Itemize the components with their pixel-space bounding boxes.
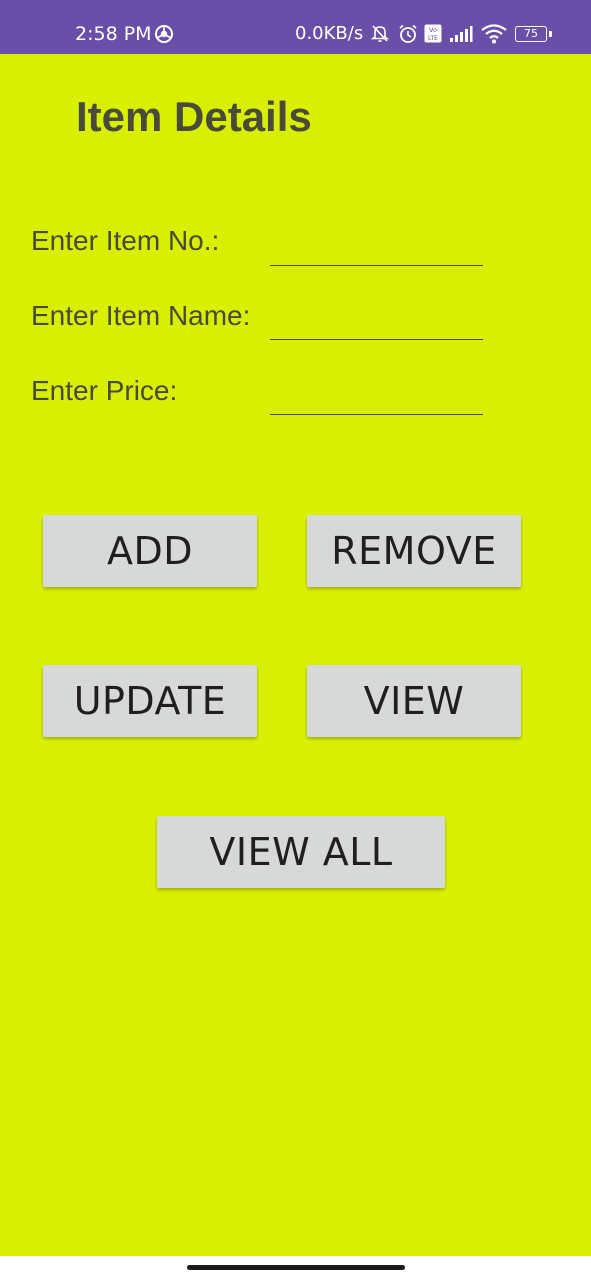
svg-text:Vo: Vo <box>429 26 437 34</box>
price-input[interactable] <box>270 379 483 415</box>
home-indicator[interactable] <box>187 1265 405 1270</box>
item-no-input[interactable] <box>270 230 483 266</box>
volte-icon: Vo LTE <box>424 24 442 48</box>
status-time: 2:58 PM <box>75 23 152 45</box>
signal-icon <box>449 25 473 48</box>
item-name-label: Enter Item Name: <box>31 300 251 331</box>
page-title: Item Details <box>76 93 312 140</box>
svg-text:LTE: LTE <box>428 35 438 42</box>
price-label: Enter Price: <box>31 375 178 406</box>
view-all-button[interactable]: VIEW ALL <box>157 816 445 888</box>
alarm-icon <box>397 23 419 50</box>
view-button[interactable]: VIEW <box>307 665 521 737</box>
network-speed: 0.0KB/s <box>295 23 364 44</box>
navigation-bar <box>0 1256 591 1280</box>
status-bar: 2:58 PM 0.0KB/s Vo LTE 75 <box>0 0 591 54</box>
app-screen: Item Details Enter Item No.: Enter Item … <box>0 54 591 1256</box>
remove-button[interactable]: REMOVE <box>307 515 521 587</box>
item-name-input[interactable] <box>270 304 483 340</box>
update-button[interactable]: UPDATE <box>43 665 257 737</box>
battery-tip <box>549 31 552 37</box>
battery-icon: 75 <box>515 26 547 42</box>
mute-bell-icon <box>370 23 390 48</box>
chrome-icon <box>155 25 173 43</box>
wifi-icon <box>481 24 507 49</box>
item-no-label: Enter Item No.: <box>31 225 220 256</box>
add-button[interactable]: ADD <box>43 515 257 587</box>
